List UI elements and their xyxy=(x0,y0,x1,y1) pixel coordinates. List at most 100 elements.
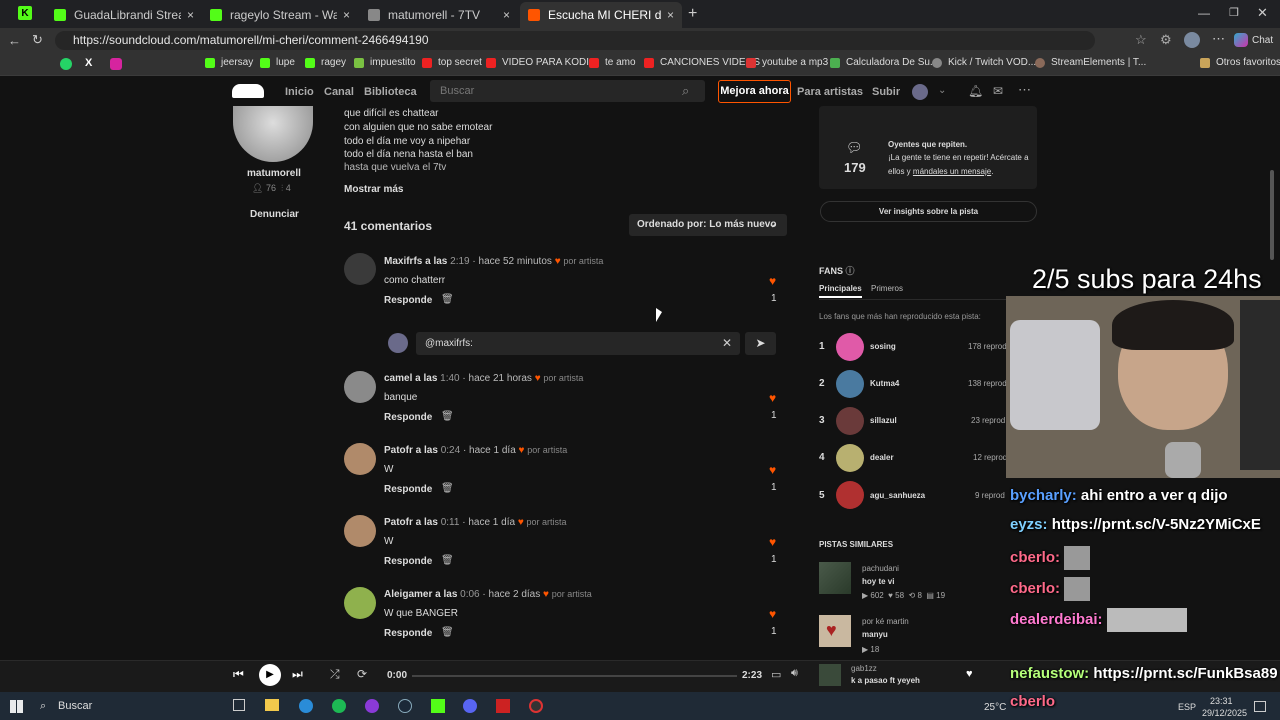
sort-dropdown[interactable]: Ordenado por: Lo más nuevo ⌄ xyxy=(629,214,787,236)
extensions-icon[interactable]: ⚙ xyxy=(1160,32,1172,48)
taskbar-search[interactable]: ⌕ Buscar xyxy=(36,695,216,717)
trash-icon[interactable]: 🗑︎ xyxy=(441,555,454,566)
upgrade-button[interactable]: Mejora ahora xyxy=(718,80,791,103)
comment-user[interactable]: Patofr a las xyxy=(384,445,438,456)
clock-time[interactable]: 23:31 xyxy=(1210,696,1233,706)
restore-icon[interactable]: ❐ xyxy=(1229,6,1239,19)
previous-icon[interactable]: ⏮ xyxy=(233,667,244,682)
like-heart-icon[interactable]: ♥ xyxy=(769,274,776,288)
close-icon[interactable]: × xyxy=(667,8,674,22)
bookmark-item[interactable]: lupe xyxy=(260,57,295,68)
close-window-icon[interactable]: ✕ xyxy=(1257,5,1268,21)
favorite-icon[interactable]: ☆ xyxy=(1135,32,1147,48)
bookmark-item[interactable]: youtube a mp3 xyxy=(746,57,828,68)
comment-time[interactable]: 0:11 xyxy=(441,517,460,528)
reply-input[interactable]: @maxifrfs: ✕ xyxy=(416,332,740,355)
temperature[interactable]: 25°C xyxy=(984,702,1006,713)
menu-icon[interactable]: ⋯ xyxy=(1212,31,1225,47)
message-link[interactable]: mándales un mensaje xyxy=(913,167,991,176)
bookmark-item[interactable]: VIDEO PARA KODI... xyxy=(486,57,597,68)
copilot-chat-button[interactable]: Chat xyxy=(1234,33,1273,47)
bookmark-item[interactable]: impuestito xyxy=(354,57,416,68)
minimize-icon[interactable]: — xyxy=(1198,6,1210,20)
like-heart-icon[interactable]: ♥ xyxy=(769,607,776,621)
like-heart-icon[interactable]: ♥ xyxy=(769,535,776,549)
track-artist[interactable]: pachudani xyxy=(862,564,899,573)
show-more-button[interactable]: Mostrar más xyxy=(344,184,403,195)
obs-icon[interactable] xyxy=(529,699,543,713)
for-artists-link[interactable]: Para artistas xyxy=(797,86,863,98)
fan-avatar[interactable] xyxy=(836,444,864,472)
comment-user[interactable]: camel a las xyxy=(384,373,437,384)
steam-icon[interactable] xyxy=(398,699,412,713)
fan-name[interactable]: agu_sanhueza xyxy=(870,491,925,500)
reply-button[interactable]: Responde xyxy=(384,556,432,567)
now-playing-artist[interactable]: gab1zz xyxy=(851,664,877,673)
chevron-down-icon[interactable]: ⌄ xyxy=(938,85,946,96)
close-icon[interactable]: × xyxy=(187,8,194,22)
reload-icon[interactable]: ↻ xyxy=(32,32,43,48)
track-artwork[interactable] xyxy=(819,562,851,594)
bookmark-item[interactable]: te amo xyxy=(589,57,636,68)
volume-icon[interactable]: 🔊︎ xyxy=(791,667,798,680)
messages-icon[interactable]: ✉ xyxy=(993,84,1003,98)
kick-tab-icon[interactable]: K xyxy=(18,6,32,20)
insights-button[interactable]: Ver insights sobre la pista xyxy=(820,201,1037,222)
reply-button[interactable]: Responde xyxy=(384,412,432,423)
task-view-icon[interactable] xyxy=(233,699,245,711)
bookmark-item[interactable]: top secret xyxy=(422,57,482,68)
fan-avatar[interactable] xyxy=(836,370,864,398)
fan-name[interactable]: dealer xyxy=(870,453,894,462)
now-playing-title[interactable]: k a pasao ft yeyeh xyxy=(851,676,920,685)
repeat-icon[interactable]: ⟳ xyxy=(357,667,367,681)
like-icon[interactable]: ♥ xyxy=(966,668,973,680)
more-icon[interactable]: ⋯ xyxy=(1018,82,1031,98)
bookmark-item[interactable]: Otros favoritos xyxy=(1200,57,1280,68)
trash-icon[interactable]: 🗑︎ xyxy=(441,411,454,422)
comment-time[interactable]: 2:19 xyxy=(450,256,469,267)
profile-avatar[interactable] xyxy=(1184,32,1200,48)
fan-avatar[interactable] xyxy=(836,481,864,509)
info-icon[interactable]: ⓘ xyxy=(846,266,855,276)
search-input[interactable]: Buscar xyxy=(430,80,705,102)
like-heart-icon[interactable]: ♥ xyxy=(769,391,776,405)
now-playing-artwork[interactable] xyxy=(819,664,841,686)
nav-home[interactable]: Inicio xyxy=(285,86,314,98)
comment-user[interactable]: Patofr a las xyxy=(384,517,438,528)
tab-2[interactable]: rageylo Stream - Watch Live on Ki × xyxy=(202,2,358,28)
bookmark-item[interactable]: jeersay xyxy=(205,57,253,68)
bookmark-item[interactable]: Calculadora De Su... xyxy=(830,57,938,68)
report-button[interactable]: Denunciar xyxy=(250,209,299,220)
cast-icon[interactable]: ▭ xyxy=(771,668,781,681)
tab-first-fans[interactable]: Primeros xyxy=(871,284,903,293)
upload-link[interactable]: Subir xyxy=(872,86,900,98)
clock-date[interactable]: 29/12/2025 xyxy=(1202,708,1247,718)
comment-avatar[interactable] xyxy=(344,371,376,403)
clear-icon[interactable]: ✕ xyxy=(722,332,732,355)
fan-avatar[interactable] xyxy=(836,333,864,361)
close-icon[interactable]: × xyxy=(343,8,350,22)
artist-avatar[interactable] xyxy=(233,106,313,162)
fan-name[interactable]: Kutma4 xyxy=(870,379,899,388)
notifications-icon[interactable]: 🔔︎ xyxy=(968,84,983,98)
tab-4[interactable]: Escucha MI CHERI de matumorell × xyxy=(520,2,682,28)
comment-time[interactable]: 0:06 xyxy=(460,589,479,600)
comment-avatar[interactable] xyxy=(344,587,376,619)
nav-library[interactable]: Biblioteca xyxy=(364,86,417,98)
video-editor-icon[interactable] xyxy=(496,699,510,713)
reply-button[interactable]: Responde xyxy=(384,484,432,495)
comment-user[interactable]: Aleigamer a las xyxy=(384,589,457,600)
bookmark-item[interactable]: ragey xyxy=(305,57,346,68)
bookmark-item[interactable]: Kick / Twitch VOD... xyxy=(932,57,1036,68)
instagram-icon[interactable] xyxy=(110,58,122,70)
spotify-icon[interactable] xyxy=(332,699,346,713)
file-explorer-icon[interactable] xyxy=(265,699,279,711)
track-title[interactable]: manyu xyxy=(862,630,888,639)
comment-avatar[interactable] xyxy=(344,443,376,475)
nav-feed[interactable]: Canal xyxy=(324,86,354,98)
search-icon[interactable]: ⌕ xyxy=(682,83,689,99)
edge-icon[interactable] xyxy=(299,699,313,713)
tab-1[interactable]: GuadaLibrandi Stream - Watc × xyxy=(46,2,202,28)
fan-avatar[interactable] xyxy=(836,407,864,435)
windows-start-icon[interactable] xyxy=(10,700,23,713)
